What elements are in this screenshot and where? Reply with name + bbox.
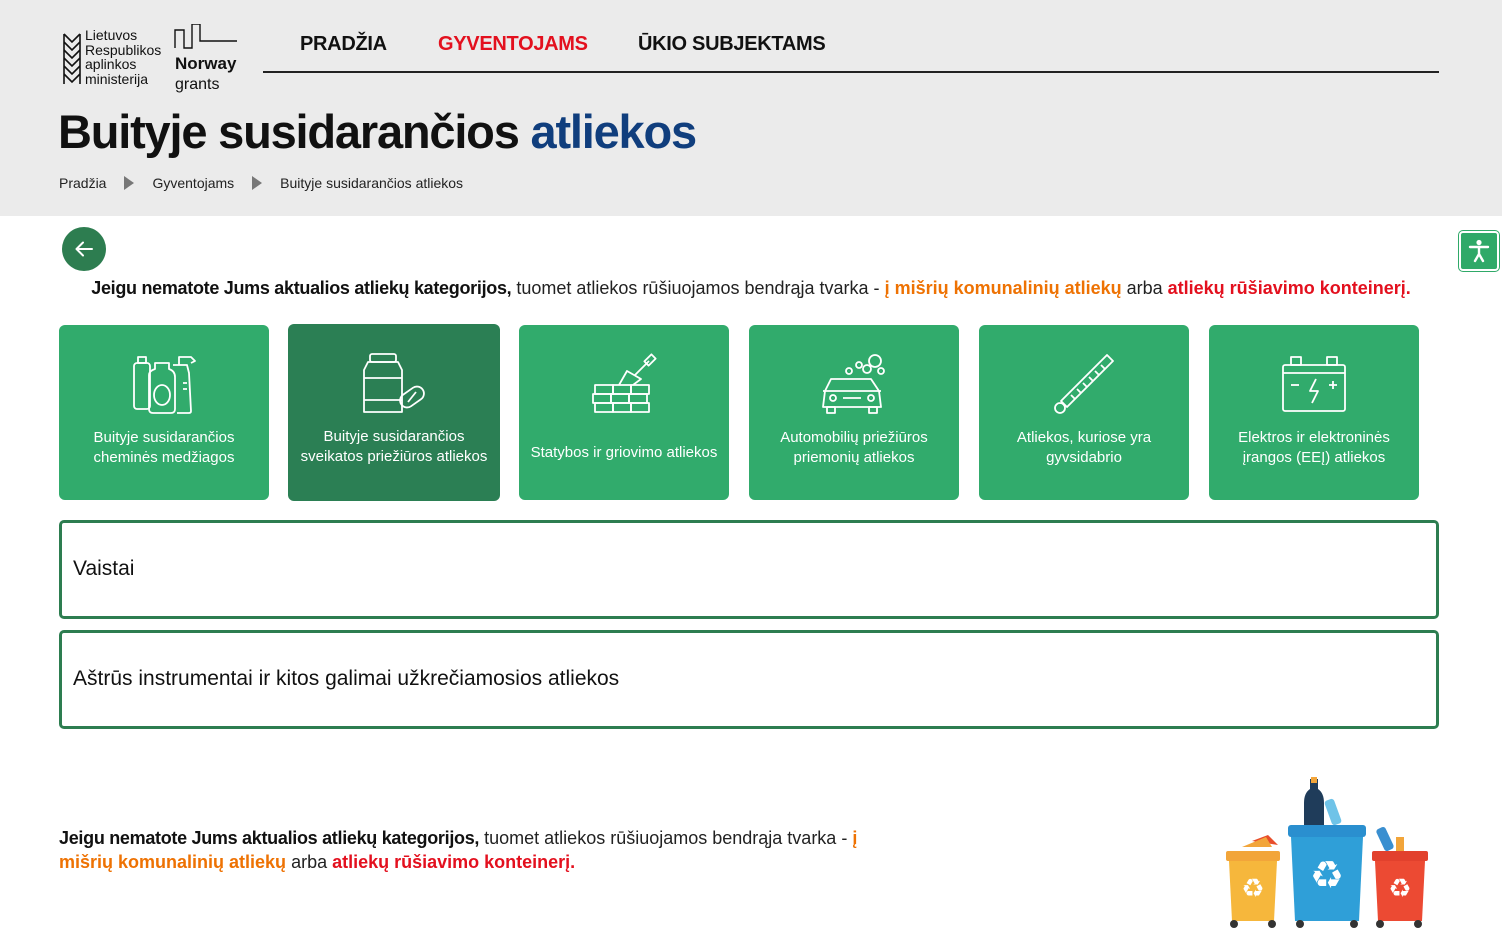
back-button[interactable] <box>62 227 106 271</box>
notice-text: tuomet atliekos rūšiuojamos bendrąja tva… <box>479 828 853 848</box>
category-card-electronics[interactable]: Elektros ir elektroninės įrangos (EEĮ) at… <box>1209 325 1419 500</box>
norway-logo-title: Norway <box>175 54 237 73</box>
nav-item-gyventojams[interactable]: GYVENTOJAMS <box>438 33 588 56</box>
blue-recycling-bin-icon: ♻ <box>1288 777 1366 928</box>
category-notice: Jeigu nematote Jums aktualios atliekų ka… <box>0 276 1502 300</box>
ministry-logo[interactable]: Lietuvos Respublikos aplinkos ministerij… <box>62 28 172 90</box>
category-cards: Buityje susidarančios cheminės medžiagos … <box>59 324 1439 501</box>
nav-item-ukio-subjektams[interactable]: ŪKIO SUBJEKTAMS <box>638 33 826 56</box>
bricks-trowel-icon <box>592 353 657 413</box>
norway-logo-subtitle: grants <box>175 76 220 93</box>
nav-item-pradzia[interactable]: PRADŽIA <box>300 33 387 56</box>
category-notice-bottom: Jeigu nematote Jums aktualios atliekų ka… <box>59 826 909 874</box>
accordion-item-title: Vaistai <box>73 557 135 580</box>
category-card-label: Elektros ir elektroninės įrangos (EEĮ) at… <box>1238 429 1390 466</box>
ministry-logo-text: Lietuvos Respublikos aplinkos ministerij… <box>85 27 162 87</box>
category-card-health[interactable]: Buityje susidarančios sveikatos priežiūro… <box>288 324 500 501</box>
svg-text:♻: ♻ <box>1388 874 1411 904</box>
breadcrumb-separator-icon <box>252 176 263 190</box>
notice-conjunction: arba <box>1121 278 1168 298</box>
breadcrumb-item-gyventojams[interactable]: Gyventojams <box>152 175 234 191</box>
accordion-item-vaistai[interactable]: Vaistai <box>59 520 1439 619</box>
accordion-item-title: Aštrūs instrumentai ir kitos galimai užk… <box>73 667 620 690</box>
notice-mixed-waste-link[interactable]: į mišrių komunalinių atliekų <box>885 278 1122 298</box>
category-card-chemical[interactable]: Buityje susidarančios cheminės medžiagos <box>59 325 269 500</box>
main-nav: PRADŽIA GYVENTOJAMS ŪKIO SUBJEKTAMS <box>263 30 1439 73</box>
page-title-main: Buityje susidarančios <box>58 105 520 158</box>
red-recycling-bin-icon: ♻ <box>1372 826 1428 928</box>
page-title-accent: atliekos <box>530 105 698 158</box>
page-title: Buityje susidarančios atliekos <box>58 104 698 159</box>
accessibility-button[interactable] <box>1459 231 1499 271</box>
svg-text:♻: ♻ <box>1310 853 1344 897</box>
category-card-label: Atliekos, kuriose yra gyvsidabrio <box>1016 429 1152 466</box>
notice-sorting-container-link[interactable]: atliekų rūšiavimo konteinerį. <box>1168 278 1411 298</box>
site-header: Lietuvos Respublikos aplinkos ministerij… <box>0 0 1502 216</box>
battery-icon <box>1282 356 1346 412</box>
breadcrumb-item-current: Buityje susidarančios atliekos <box>280 175 464 191</box>
notice-bold: Jeigu nematote Jums aktualios atliekų ka… <box>59 828 480 848</box>
thermometer-icon <box>1054 354 1114 414</box>
accessibility-person-icon <box>1468 239 1490 263</box>
recycling-bins-illustration: ♻ ♻ ♻ <box>1226 777 1428 928</box>
accordion-item-sharp-instruments[interactable]: Aštrūs instrumentai ir kitos galimai užk… <box>59 630 1439 729</box>
breadcrumb: Pradžia Gyventojams Buityje susidarančio… <box>59 175 463 191</box>
category-card-label: Buityje susidarančios sveikatos priežiūro… <box>300 428 488 465</box>
notice-sorting-container-link[interactable]: atliekų rūšiavimo konteinerį. <box>332 852 575 872</box>
category-card-mercury[interactable]: Atliekos, kuriose yra gyvsidabrio <box>979 325 1189 500</box>
norway-flag-line-icon <box>174 24 237 49</box>
notice-bold: Jeigu nematote Jums aktualios atliekų ka… <box>91 278 512 298</box>
svg-text:♻: ♻ <box>1241 874 1264 904</box>
medicine-pills-icon <box>363 353 425 413</box>
car-wash-icon <box>822 354 885 414</box>
ministry-emblem-icon <box>63 33 81 84</box>
category-card-label: Buityje susidarančios cheminės medžiagos <box>93 429 235 466</box>
category-card-label: Automobilių priežiūros priemonių atliekos <box>780 429 928 466</box>
category-card-car[interactable]: Automobilių priežiūros priemonių atliekos <box>749 325 959 500</box>
breadcrumb-separator-icon <box>124 176 135 190</box>
norway-grants-logo[interactable]: Norway grants <box>174 24 238 94</box>
yellow-recycling-bin-icon: ♻ <box>1226 835 1280 928</box>
category-card-label: Statybos ir griovimo atliekos <box>530 444 718 461</box>
notice-conjunction: arba <box>286 852 333 872</box>
notice-text: tuomet atliekos rūšiuojamos bendrąja tva… <box>511 278 885 298</box>
chemical-bottles-icon <box>133 356 196 414</box>
arrow-left-icon <box>75 241 93 257</box>
breadcrumb-item-pradzia[interactable]: Pradžia <box>59 175 106 191</box>
category-card-construction[interactable]: Statybos ir griovimo atliekos <box>519 325 729 500</box>
